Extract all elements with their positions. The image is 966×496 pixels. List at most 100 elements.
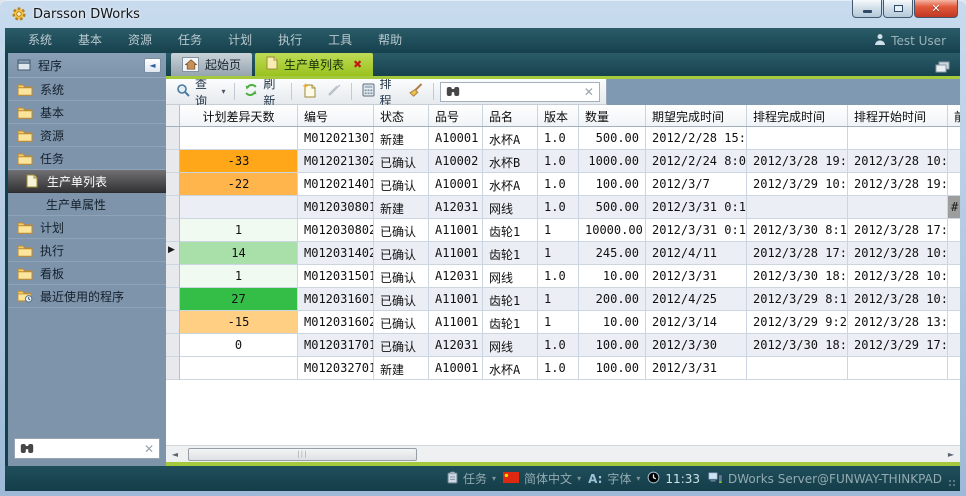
table-row[interactable]: -15M012031602已确认A11001齿轮1110.002012/3/14… bbox=[166, 311, 960, 334]
task-label: 任务 bbox=[463, 470, 487, 487]
language-selector[interactable]: 简体中文 ▾ bbox=[503, 470, 581, 487]
table-cell: M012031701 bbox=[298, 334, 374, 357]
table-cell: 网线 bbox=[483, 265, 538, 288]
folder-icon bbox=[17, 221, 33, 234]
table-search: ✕ bbox=[440, 82, 600, 102]
resize-grip-icon[interactable] bbox=[948, 479, 957, 488]
column-header[interactable]: 期望完成时间 bbox=[646, 105, 747, 126]
sidebar-item[interactable]: 系统 bbox=[8, 78, 166, 101]
sidebar-item[interactable]: 生产单属性 bbox=[8, 193, 166, 216]
close-button[interactable]: ✕ bbox=[914, 0, 958, 18]
menu-item[interactable]: 任务 bbox=[165, 28, 215, 53]
sidebar-item[interactable]: 看板 bbox=[8, 262, 166, 285]
edit-button-disabled[interactable] bbox=[323, 81, 345, 102]
font-selector[interactable]: A: 字体 ▾ bbox=[588, 470, 640, 487]
sidebar-item[interactable]: 最近使用的程序 bbox=[8, 285, 166, 308]
menu-item[interactable]: 资源 bbox=[115, 28, 165, 53]
table-cell: 已确认 bbox=[374, 242, 429, 265]
table-cell: 齿轮1 bbox=[483, 219, 538, 242]
tab-close-icon[interactable]: ✖ bbox=[353, 58, 362, 71]
column-header[interactable]: 状态 bbox=[374, 105, 429, 126]
table-cell: 2012/4/25 bbox=[646, 288, 747, 311]
row-indicator bbox=[166, 127, 180, 150]
row-indicator bbox=[166, 311, 180, 334]
table-cell: 2012/2/24 8:00 bbox=[646, 150, 747, 173]
horizontal-scrollbar[interactable]: ◄ ||| ► bbox=[166, 445, 960, 462]
table-row[interactable]: 0M012031701已确认A12031网线1.0100.002012/3/30… bbox=[166, 334, 960, 357]
column-header[interactable]: 品名 bbox=[483, 105, 538, 126]
table-cell: 2012/3/28 10:52 bbox=[848, 288, 948, 311]
column-header[interactable]: 计划差异天数 bbox=[180, 105, 298, 126]
sidebar-item[interactable]: 资源 bbox=[8, 124, 166, 147]
table-cell: 2012/3/28 10:52 bbox=[848, 242, 948, 265]
user-info[interactable]: Test User bbox=[874, 33, 950, 49]
column-header[interactable]: 排程开始时间 bbox=[848, 105, 948, 126]
table-row[interactable]: -22M012021401已确认A10001水杯A1.0100.002012/3… bbox=[166, 173, 960, 196]
table-search-input[interactable] bbox=[465, 84, 579, 100]
table-cell: 1.0 bbox=[538, 334, 579, 357]
sidebar-search-input[interactable] bbox=[39, 441, 139, 457]
flag-icon bbox=[503, 472, 519, 486]
table-row[interactable]: 1M012030802已确认A11001齿轮1110000.002012/3/3… bbox=[166, 219, 960, 242]
scroll-left-arrow[interactable]: ◄ bbox=[166, 450, 184, 459]
table-row[interactable]: M012030801新建A12031网线1.0500.002012/3/31 0… bbox=[166, 196, 960, 219]
menu-item[interactable]: 系统 bbox=[15, 28, 65, 53]
task-selector[interactable]: 任务 ▾ bbox=[447, 470, 496, 487]
table-cell: 2012/3/28 17:13 bbox=[747, 242, 848, 265]
maximize-button[interactable] bbox=[883, 0, 913, 18]
table-row[interactable]: 1M012031501已确认A12031网线1.010.002012/3/312… bbox=[166, 265, 960, 288]
font-dropdown-icon: ▾ bbox=[636, 474, 640, 483]
sidebar-search-clear-icon[interactable]: ✕ bbox=[144, 442, 154, 456]
table-cell: 500.00 bbox=[579, 127, 646, 150]
table-row[interactable]: ▶14M012031402已确认A11001齿轮11245.002012/4/1… bbox=[166, 242, 960, 265]
sidebar-collapse-button[interactable]: ◄ bbox=[144, 58, 161, 73]
table-cell: 已确认 bbox=[374, 311, 429, 334]
new-button[interactable] bbox=[298, 81, 320, 103]
menu-item[interactable]: 执行 bbox=[265, 28, 315, 53]
menu-item[interactable]: 帮助 bbox=[365, 28, 415, 53]
windows-stack-icon[interactable] bbox=[935, 58, 950, 77]
table-cell: M012032701 bbox=[298, 357, 374, 380]
query-dropdown-icon[interactable]: ▾ bbox=[219, 87, 227, 96]
table-row[interactable]: 27M012031601已确认A11001齿轮11200.002012/4/25… bbox=[166, 288, 960, 311]
minimize-button[interactable] bbox=[852, 0, 882, 18]
sidebar-item[interactable]: 计划 bbox=[8, 216, 166, 239]
column-header[interactable]: 版本 bbox=[538, 105, 579, 126]
column-header[interactable]: 编号 bbox=[298, 105, 374, 126]
sidebar-item[interactable]: 执行 bbox=[8, 239, 166, 262]
table-cell: 2012/3/7 bbox=[646, 173, 747, 196]
menu-item[interactable]: 计划 bbox=[215, 28, 265, 53]
tab-production-order-list[interactable]: 生产单列表 ✖ bbox=[255, 53, 373, 76]
table-row[interactable]: M012032701新建A10001水杯A1.0100.002012/3/31 bbox=[166, 357, 960, 380]
calculator-icon bbox=[362, 83, 375, 100]
scrollbar-thumb[interactable]: ||| bbox=[188, 448, 417, 461]
menu-item[interactable]: 基本 bbox=[65, 28, 115, 53]
clean-button[interactable] bbox=[404, 81, 427, 102]
table-cell: 水杯A bbox=[483, 357, 538, 380]
column-header[interactable]: 排程完成时间 bbox=[747, 105, 848, 126]
app-gear-icon bbox=[11, 6, 27, 22]
column-header[interactable]: 前 bbox=[948, 105, 960, 126]
scrollbar-grip: ||| bbox=[297, 451, 307, 458]
sidebar-items: 系统基本资源任务生产单列表生产单属性计划执行看板最近使用的程序 bbox=[8, 78, 166, 438]
column-header[interactable]: 品号 bbox=[429, 105, 483, 126]
column-header[interactable]: 数量 bbox=[579, 105, 646, 126]
tab-start-page[interactable]: 起始页 bbox=[171, 53, 252, 76]
table-row[interactable]: -33M012021302已确认A10002水杯B1.01000.002012/… bbox=[166, 150, 960, 173]
table-cell: 2012/3/29 9:20 bbox=[747, 311, 848, 334]
table-search-clear-icon[interactable]: ✕ bbox=[584, 85, 594, 99]
table-cell: 水杯A bbox=[483, 127, 538, 150]
sidebar-item[interactable]: 生产单列表 bbox=[8, 170, 166, 193]
table-cell: 2012/3/29 17:46 bbox=[848, 334, 948, 357]
menu-item[interactable]: 工具 bbox=[315, 28, 365, 53]
sidebar-item[interactable]: 基本 bbox=[8, 101, 166, 124]
scroll-right-arrow[interactable]: ► bbox=[942, 450, 960, 459]
table-row[interactable]: M012021301新建A10001水杯A1.0500.002012/2/28 … bbox=[166, 127, 960, 150]
table-cell: 2012/3/30 8:15 bbox=[747, 219, 848, 242]
clipboard-icon bbox=[447, 471, 458, 487]
window-controls: ✕ bbox=[851, 0, 958, 18]
table-cell: 2012/3/28 10:52 bbox=[848, 150, 948, 173]
sidebar: 程序 ◄ 系统基本资源任务生产单列表生产单属性计划执行看板最近使用的程序 ✕ bbox=[5, 53, 166, 466]
sidebar-item[interactable]: 任务 bbox=[8, 147, 166, 170]
computer-icon bbox=[707, 471, 723, 487]
